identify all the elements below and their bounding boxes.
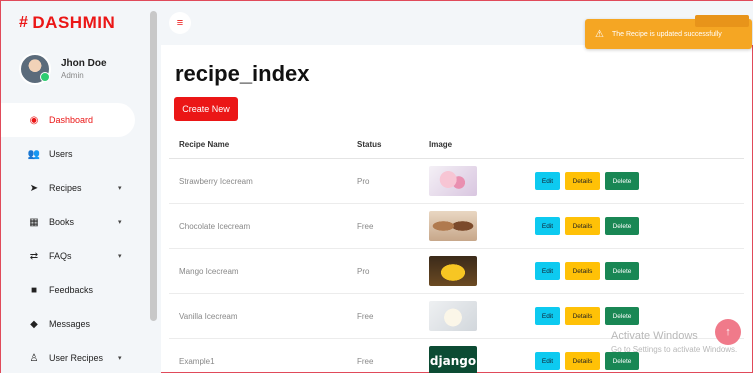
sidebar-item-users[interactable]: 👥 Users — [1, 137, 161, 171]
messages-icon: ◆ — [30, 318, 38, 330]
sidebar: # DASHMIN Jhon Doe Admin ◉ Dashboard 👥 U… — [1, 1, 161, 373]
sidebar-item-label: FAQs — [49, 251, 72, 261]
details-button[interactable]: Details — [565, 307, 600, 325]
book-icon: ▦ — [29, 216, 39, 228]
page-title: recipe_index — [175, 61, 310, 86]
menu-icon: ≡ — [176, 17, 184, 29]
recipe-name: Example1 — [179, 356, 215, 366]
toast-message: The Recipe is updated successfully — [611, 30, 722, 38]
recipe-status: Pro — [357, 266, 370, 276]
user-recipe-icon: ♙ — [29, 352, 39, 364]
mango-icecream-image — [429, 256, 477, 286]
sidebar-item-recipes[interactable]: ➤ Recipes ▾ — [1, 171, 161, 205]
sidebar-item-label: User Recipes — [49, 353, 104, 363]
column-header-status: Status — [357, 140, 382, 149]
create-new-button[interactable]: Create New — [174, 97, 238, 121]
sidebar-nav: ◉ Dashboard 👥 Users ➤ Recipes ▾ ▦ Books … — [1, 103, 161, 373]
sidebar-item-label: Recipes — [49, 183, 82, 193]
edit-button[interactable]: Edit — [535, 262, 560, 280]
sidebar-item-feedbacks[interactable]: ■ Feedbacks — [1, 273, 161, 307]
sidebar-item-faqs[interactable]: ⇄ FAQs ▾ — [1, 239, 161, 273]
vanilla-icecream-image — [429, 301, 477, 331]
toast-notification[interactable]: ⚠ The Recipe is updated successfully — [585, 15, 752, 49]
table-row: Mango Icecream Pro Edit Details Delete — [169, 249, 744, 294]
sidebar-scrollbar[interactable] — [150, 11, 157, 321]
recipe-name: Strawberry Icecream — [179, 176, 253, 186]
column-header-recipe-name: Recipe Name — [179, 140, 230, 149]
table-row: Chocolate Icecream Free Edit Details Del… — [169, 204, 744, 249]
sidebar-item-messages[interactable]: ◆ Messages — [1, 307, 161, 341]
delete-button[interactable]: Delete — [605, 172, 639, 190]
sidebar-item-label: Dashboard — [49, 115, 94, 125]
faq-icon: ⇄ — [29, 250, 39, 262]
users-icon: 👥 — [27, 148, 41, 160]
delete-button[interactable]: Delete — [605, 262, 639, 280]
recipe-icon: ➤ — [29, 182, 39, 194]
column-header-image: Image — [429, 140, 453, 149]
details-button[interactable]: Details — [565, 352, 600, 370]
sidebar-item-label: Books — [49, 217, 75, 227]
chevron-down-icon: ▾ — [118, 185, 122, 192]
sidebar-item-label: Feedbacks — [49, 285, 94, 295]
edit-button[interactable]: Edit — [535, 352, 560, 370]
recipe-status: Pro — [357, 176, 370, 186]
user-name: Jhon Doe — [61, 58, 107, 69]
chevron-down-icon: ▾ — [118, 355, 122, 362]
strawberry-icecream-image — [429, 166, 477, 196]
watermark-subtitle: Go to Settings to activate Windows. — [611, 345, 738, 354]
recipe-name: Vanilla Icecream — [179, 311, 238, 321]
delete-button[interactable]: Delete — [605, 217, 639, 235]
sidebar-item-books[interactable]: ▦ Books ▾ — [1, 205, 161, 239]
brand-name: DASHMIN — [32, 13, 116, 32]
sidebar-toggle-button[interactable]: ≡ — [169, 12, 191, 34]
details-button[interactable]: Details — [565, 262, 600, 280]
avatar — [19, 53, 51, 85]
sidebar-item-label: Messages — [49, 319, 91, 329]
recipe-status: Free — [357, 311, 374, 321]
edit-button[interactable]: Edit — [535, 217, 560, 235]
arrow-up-icon: ↑ — [725, 326, 731, 338]
details-button[interactable]: Details — [565, 172, 600, 190]
table-header: Recipe Name Status Image — [169, 131, 744, 159]
sidebar-item-label: Users — [49, 149, 73, 159]
table-row: Strawberry Icecream Pro Edit Details Del… — [169, 159, 744, 204]
edit-button[interactable]: Edit — [535, 307, 560, 325]
tachometer-icon: ◉ — [29, 114, 39, 126]
recipe-status: Free — [357, 356, 374, 366]
back-to-top-button[interactable]: ↑ — [715, 319, 741, 345]
edit-button[interactable]: Edit — [535, 172, 560, 190]
recipe-status: Free — [357, 221, 374, 231]
warning-icon: ⚠ — [595, 28, 604, 40]
delete-button[interactable]: Delete — [605, 307, 639, 325]
user-role: Admin — [61, 71, 84, 80]
chocolate-icecream-image — [429, 211, 477, 241]
chevron-down-icon: ▾ — [118, 219, 122, 226]
hashtag-icon: # — [19, 14, 29, 31]
recipe-name: Chocolate Icecream — [179, 221, 251, 231]
sidebar-item-user-recipes[interactable]: ♙ User Recipes ▾ — [1, 341, 161, 373]
details-button[interactable]: Details — [565, 217, 600, 235]
django-logo-image: django — [429, 346, 477, 373]
sidebar-item-dashboard[interactable]: ◉ Dashboard — [1, 103, 135, 137]
toast-close-button[interactable] — [695, 15, 749, 27]
recipe-name: Mango Icecream — [179, 266, 239, 276]
brand-logo[interactable]: # DASHMIN — [19, 13, 115, 33]
chevron-down-icon: ▾ — [118, 253, 122, 260]
user-profile: Jhon Doe Admin — [19, 53, 107, 85]
comment-icon: ■ — [30, 284, 38, 296]
